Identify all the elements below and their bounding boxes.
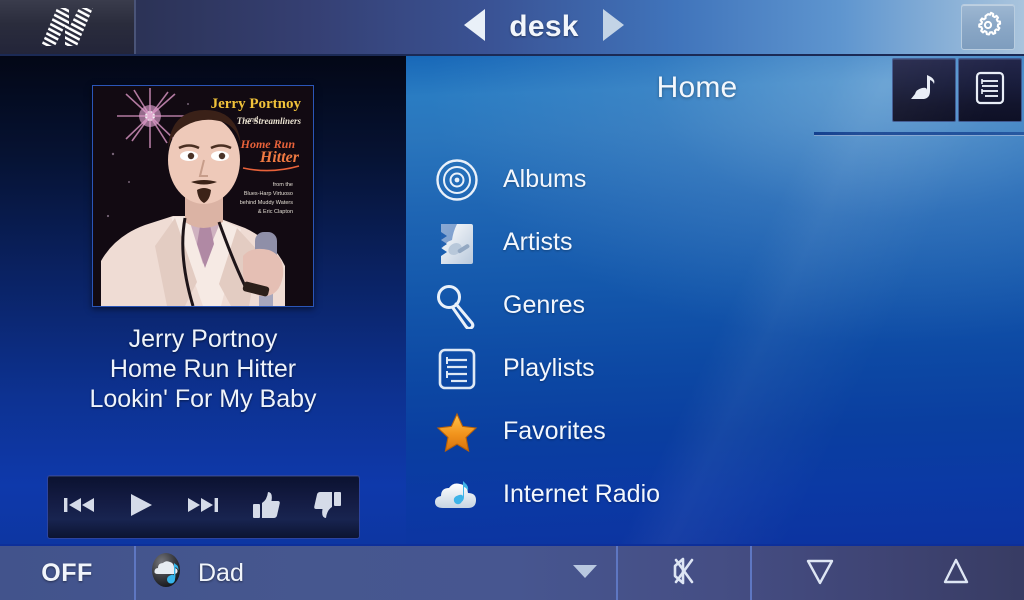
thumbs-up-button[interactable] [238,485,294,529]
settings-button[interactable] [961,4,1015,50]
cloud-music-circle-icon [150,552,184,595]
power-off-button[interactable]: OFF [0,546,136,600]
cloud-music-icon [428,471,486,519]
svg-text:Hitter: Hitter [259,149,300,166]
triangle-down-icon [805,556,835,591]
thumbs-up-icon [251,490,281,525]
disc-icon [428,156,486,204]
volume-up-button[interactable] [888,556,1024,591]
play-icon [128,493,154,522]
source-info: Dad [150,552,244,595]
previous-zone-button[interactable] [463,8,487,47]
artist-silhouette-icon [428,219,486,267]
menu-item-internet-radio[interactable]: Internet Radio [406,463,1024,526]
menu-item-playlists[interactable]: Playlists [406,337,1024,400]
album-art[interactable]: Jerry Portnoy and The Streamliners Home … [92,85,314,307]
menu-item-genres[interactable]: Genres [406,274,1024,337]
track-artist: Jerry Portnoy [128,325,278,353]
thumbs-down-icon [313,490,343,525]
power-off-label: OFF [41,558,93,587]
next-track-button[interactable] [175,485,231,529]
brand-logo-striped-n-icon [35,6,99,48]
thumbs-down-button[interactable] [300,485,356,529]
source-name: Dad [198,558,244,587]
zone-selector: desk [136,0,952,54]
menu-item-favorites[interactable]: Favorites [406,400,1024,463]
track-info: Jerry Portnoy Home Run Hitter Lookin' Fo… [89,324,316,414]
browse-menu: Albums Artists Genres Playlists Favorite… [406,148,1024,526]
volume-controls [752,546,1024,600]
playlist-document-icon [428,345,486,393]
playlist-document-icon [975,71,1005,110]
zone-name: desk [509,10,579,43]
top-bar: desk [0,0,1024,56]
previous-track-button[interactable] [51,485,107,529]
now-playing-button[interactable] [892,58,956,122]
bottom-bar: OFF Dad [0,544,1024,600]
svg-text:from the: from the [273,182,293,188]
browse-panel: Home Albums Artists Genres Playlists Fav… [406,56,1024,544]
next-zone-button[interactable] [601,8,625,47]
chevron-down-icon[interactable] [572,563,598,584]
settings-cell [952,0,1024,54]
page-title: Home [656,71,738,104]
transport-controls [47,475,360,539]
queue-button[interactable] [958,58,1022,122]
now-playing-panel: Jerry Portnoy and The Streamliners Home … [0,56,406,544]
microphone-icon [428,282,486,330]
header-divider [814,132,1024,136]
speaker-mute-icon [667,554,701,593]
svg-text:Jerry Portnoy: Jerry Portnoy [211,96,302,112]
mute-button[interactable] [618,546,752,600]
track-album: Home Run Hitter [109,355,297,383]
menu-item-label: Genres [503,291,585,319]
main-content: Jerry Portnoy and The Streamliners Home … [0,56,1024,544]
play-button[interactable] [113,485,169,529]
menu-item-albums[interactable]: Albums [406,148,1024,211]
star-icon [428,408,486,456]
svg-text:Blues-Harp Virtuoso: Blues-Harp Virtuoso [244,191,293,197]
triangle-up-icon [941,556,971,591]
brand-logo-button[interactable] [0,0,136,54]
track-title: Lookin' For My Baby [89,385,317,413]
volume-down-button[interactable] [752,556,888,591]
header-buttons [892,58,1022,122]
menu-item-label: Internet Radio [503,480,661,508]
menu-item-label: Favorites [503,417,606,445]
menu-item-label: Playlists [503,354,595,382]
menu-item-artists[interactable]: Artists [406,211,1024,274]
source-selector[interactable]: Dad [136,546,618,600]
skip-next-icon [187,495,219,520]
skip-previous-icon [63,495,95,520]
browse-header: Home [406,56,1024,122]
gear-icon [974,11,1002,44]
svg-text:behind Muddy Waters: behind Muddy Waters [240,200,294,206]
menu-item-label: Artists [503,228,573,256]
music-controller-screen: desk Jerry Portnoy and The Streamliners … [0,0,1024,600]
menu-item-label: Albums [503,165,587,193]
svg-text:The Streamliners: The Streamliners [237,116,302,126]
svg-text:& Eric Clapton: & Eric Clapton [258,209,293,215]
music-note-icon [907,71,941,110]
